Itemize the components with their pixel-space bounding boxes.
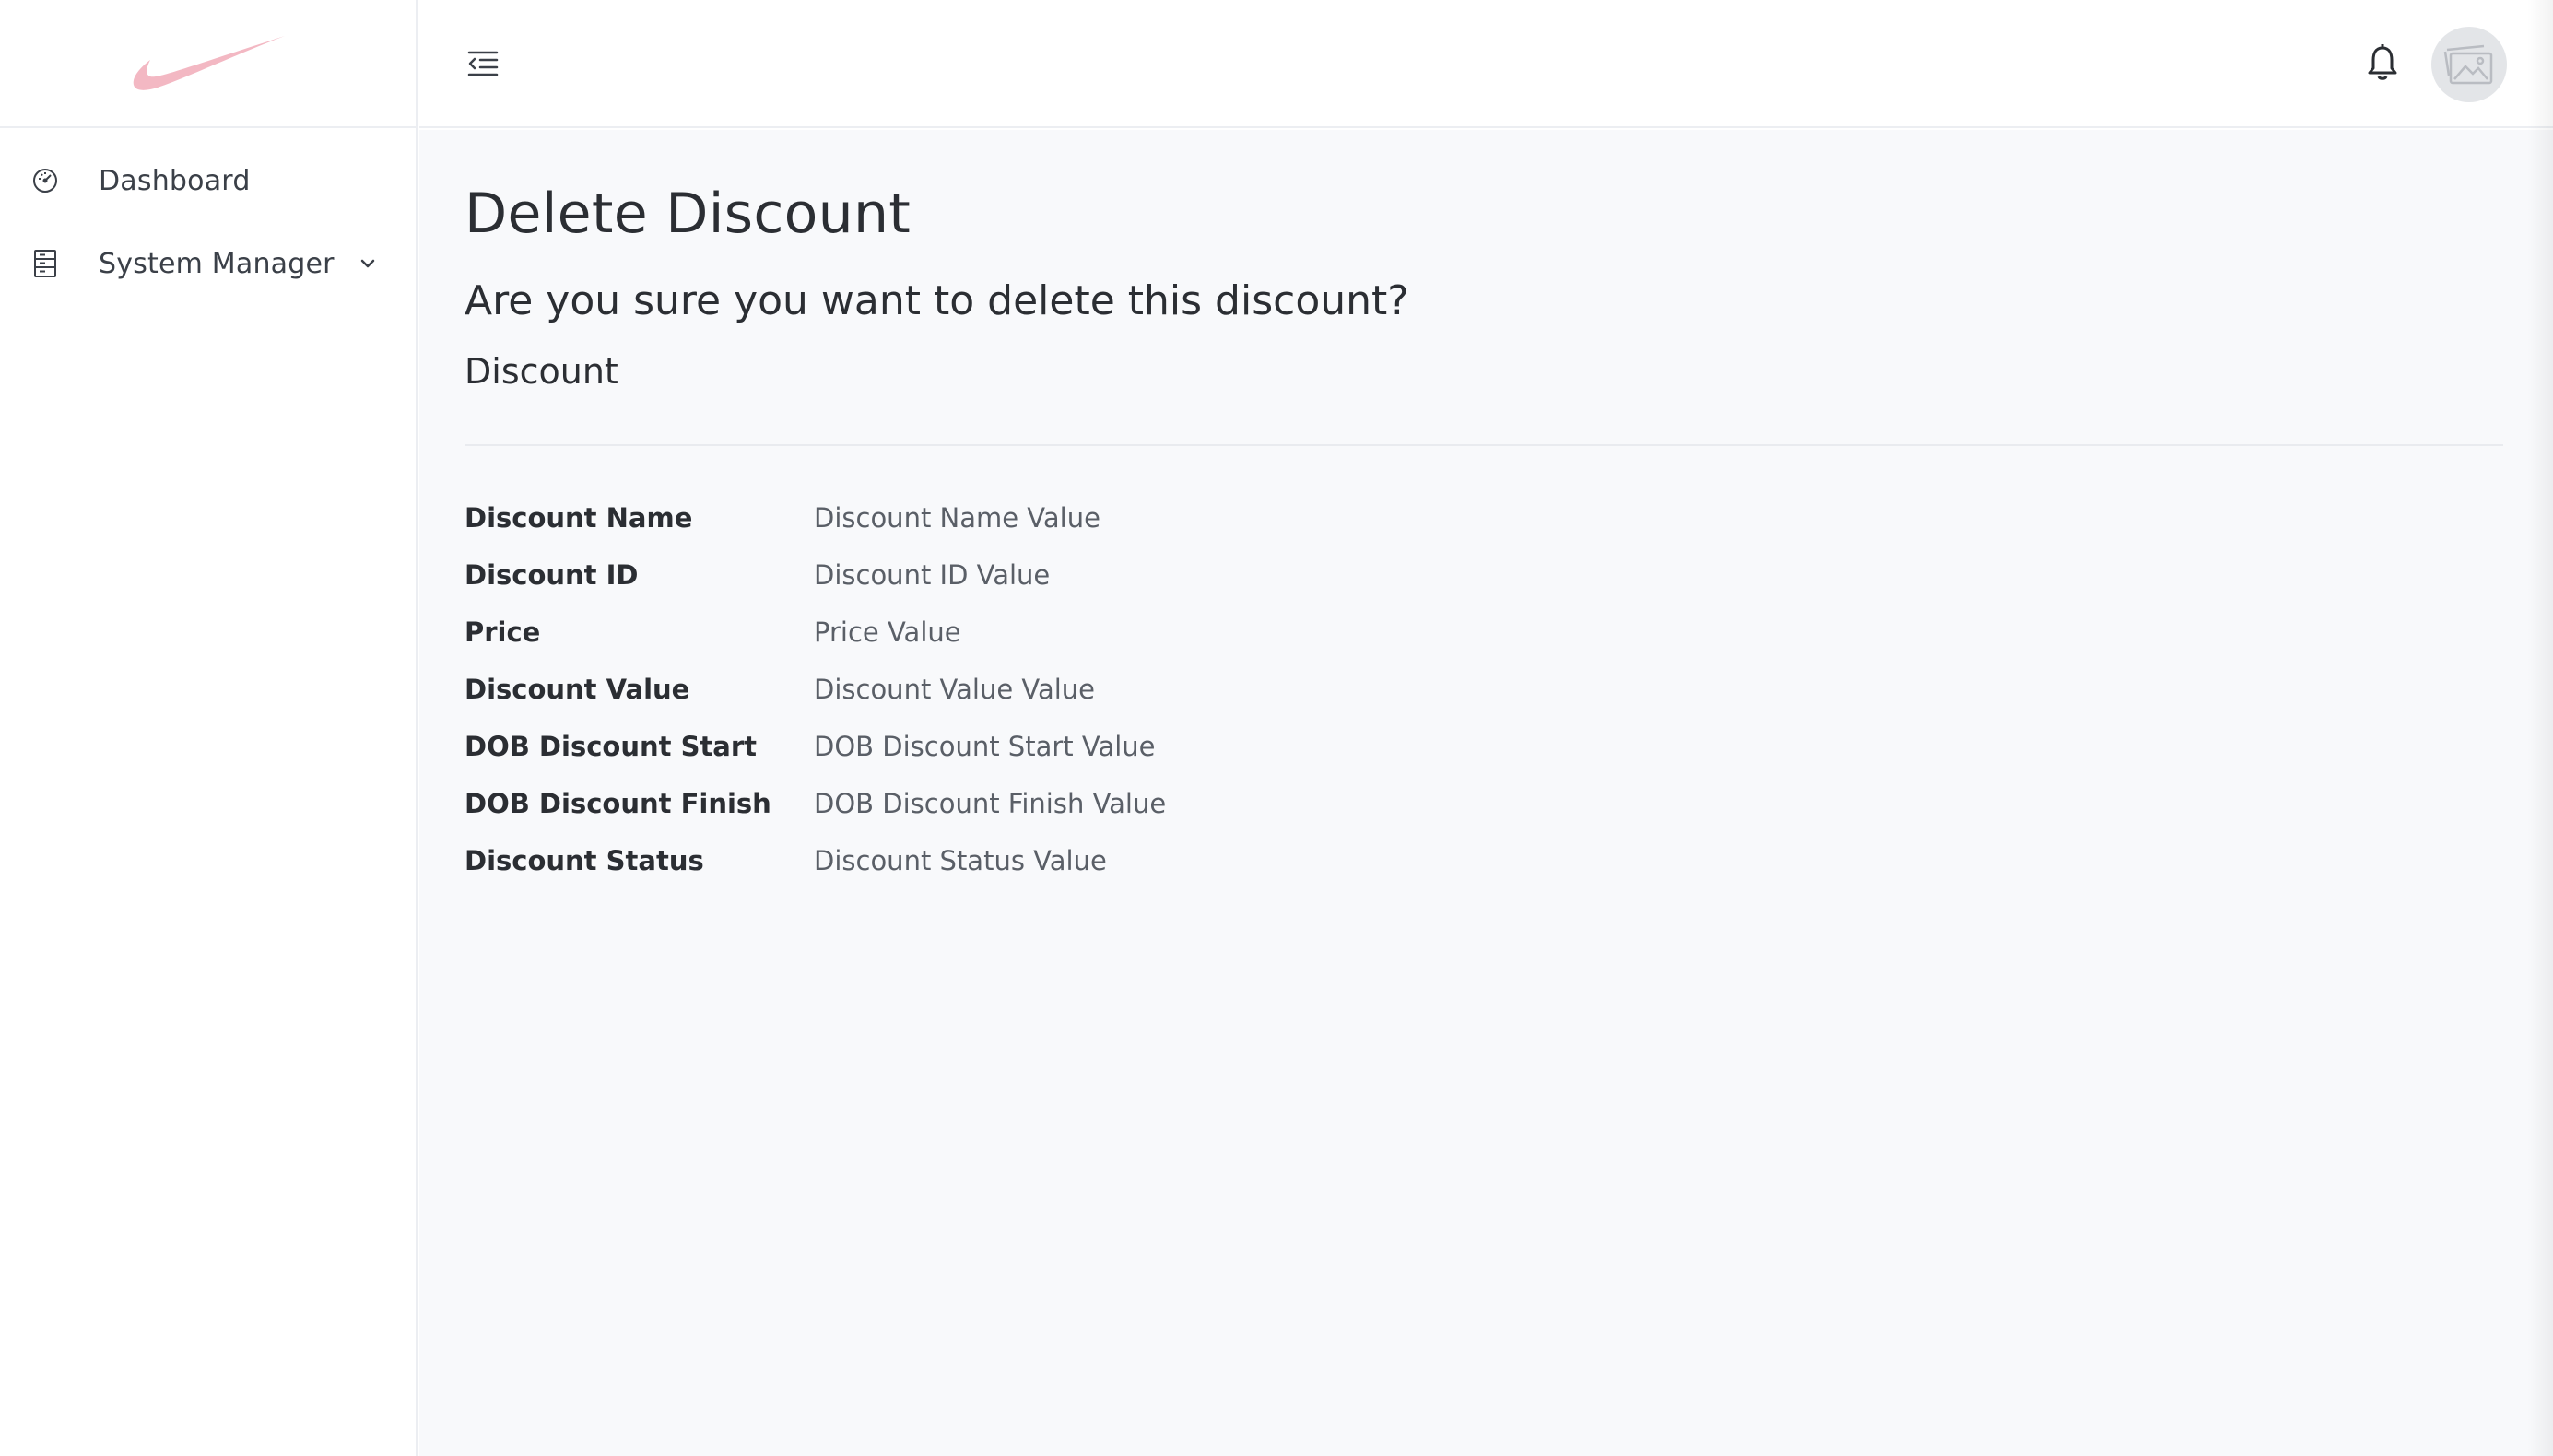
avatar[interactable] <box>2431 27 2507 102</box>
detail-row-discount-name: Discount Name Discount Name Value <box>465 489 1166 546</box>
section-title: Discount <box>465 351 618 392</box>
detail-row-discount-value: Discount Value Discount Value Value <box>465 661 1166 718</box>
cabinet-icon <box>29 248 61 279</box>
main-content: Delete Discount Are you sure you want to… <box>419 130 2553 1456</box>
bell-icon[interactable] <box>2364 42 2401 83</box>
detail-value: DOB Discount Start Value <box>814 731 1156 762</box>
detail-value: Discount Status Value <box>814 845 1107 876</box>
menu-collapse-icon[interactable] <box>465 46 500 81</box>
detail-label: Discount Value <box>465 674 690 705</box>
detail-label: Discount Name <box>465 502 693 534</box>
detail-label: DOB Discount Start <box>465 731 758 762</box>
app-window: Dashboard System Manager Delete Discount… <box>0 0 2553 1456</box>
detail-label: Discount ID <box>465 559 639 591</box>
window-edge-shadow <box>2527 0 2553 1456</box>
detail-value: Price Value <box>814 616 961 648</box>
topbar <box>419 0 2553 128</box>
image-placeholder-icon <box>2443 44 2493 85</box>
page-title: Delete Discount <box>465 182 912 246</box>
sidebar-item-label: System Manager <box>99 247 335 280</box>
detail-value: DOB Discount Finish Value <box>814 788 1167 819</box>
brand-logo-area[interactable] <box>0 0 416 128</box>
sidebar-item-system-manager[interactable]: System Manager <box>0 222 416 305</box>
detail-value: Discount Name Value <box>814 502 1100 534</box>
detail-row-discount-status: Discount Status Discount Status Value <box>465 832 1166 889</box>
speedometer-icon <box>29 165 61 196</box>
discount-details: Discount Name Discount Name Value Discou… <box>465 489 1166 889</box>
sidebar-item-label: Dashboard <box>99 164 251 197</box>
detail-row-dob-discount-finish: DOB Discount Finish DOB Discount Finish … <box>465 775 1166 832</box>
swoosh-logo <box>133 35 285 90</box>
detail-value: Discount Value Value <box>814 674 1096 705</box>
detail-row-discount-id: Discount ID Discount ID Value <box>465 546 1166 604</box>
sidebar-item-dashboard[interactable]: Dashboard <box>0 139 416 222</box>
detail-label: DOB Discount Finish <box>465 788 771 819</box>
chevron-down-icon[interactable] <box>355 251 381 276</box>
detail-row-price: Price Price Value <box>465 604 1166 661</box>
detail-label: Price <box>465 616 541 648</box>
detail-value: Discount ID Value <box>814 559 1051 591</box>
confirm-question: Are you sure you want to delete this dis… <box>465 277 1409 324</box>
sidebar: Dashboard System Manager <box>0 0 418 1456</box>
divider <box>465 444 2503 446</box>
sidebar-nav: Dashboard System Manager <box>0 128 416 305</box>
detail-label: Discount Status <box>465 845 704 876</box>
detail-row-dob-discount-start: DOB Discount Start DOB Discount Start Va… <box>465 718 1166 775</box>
